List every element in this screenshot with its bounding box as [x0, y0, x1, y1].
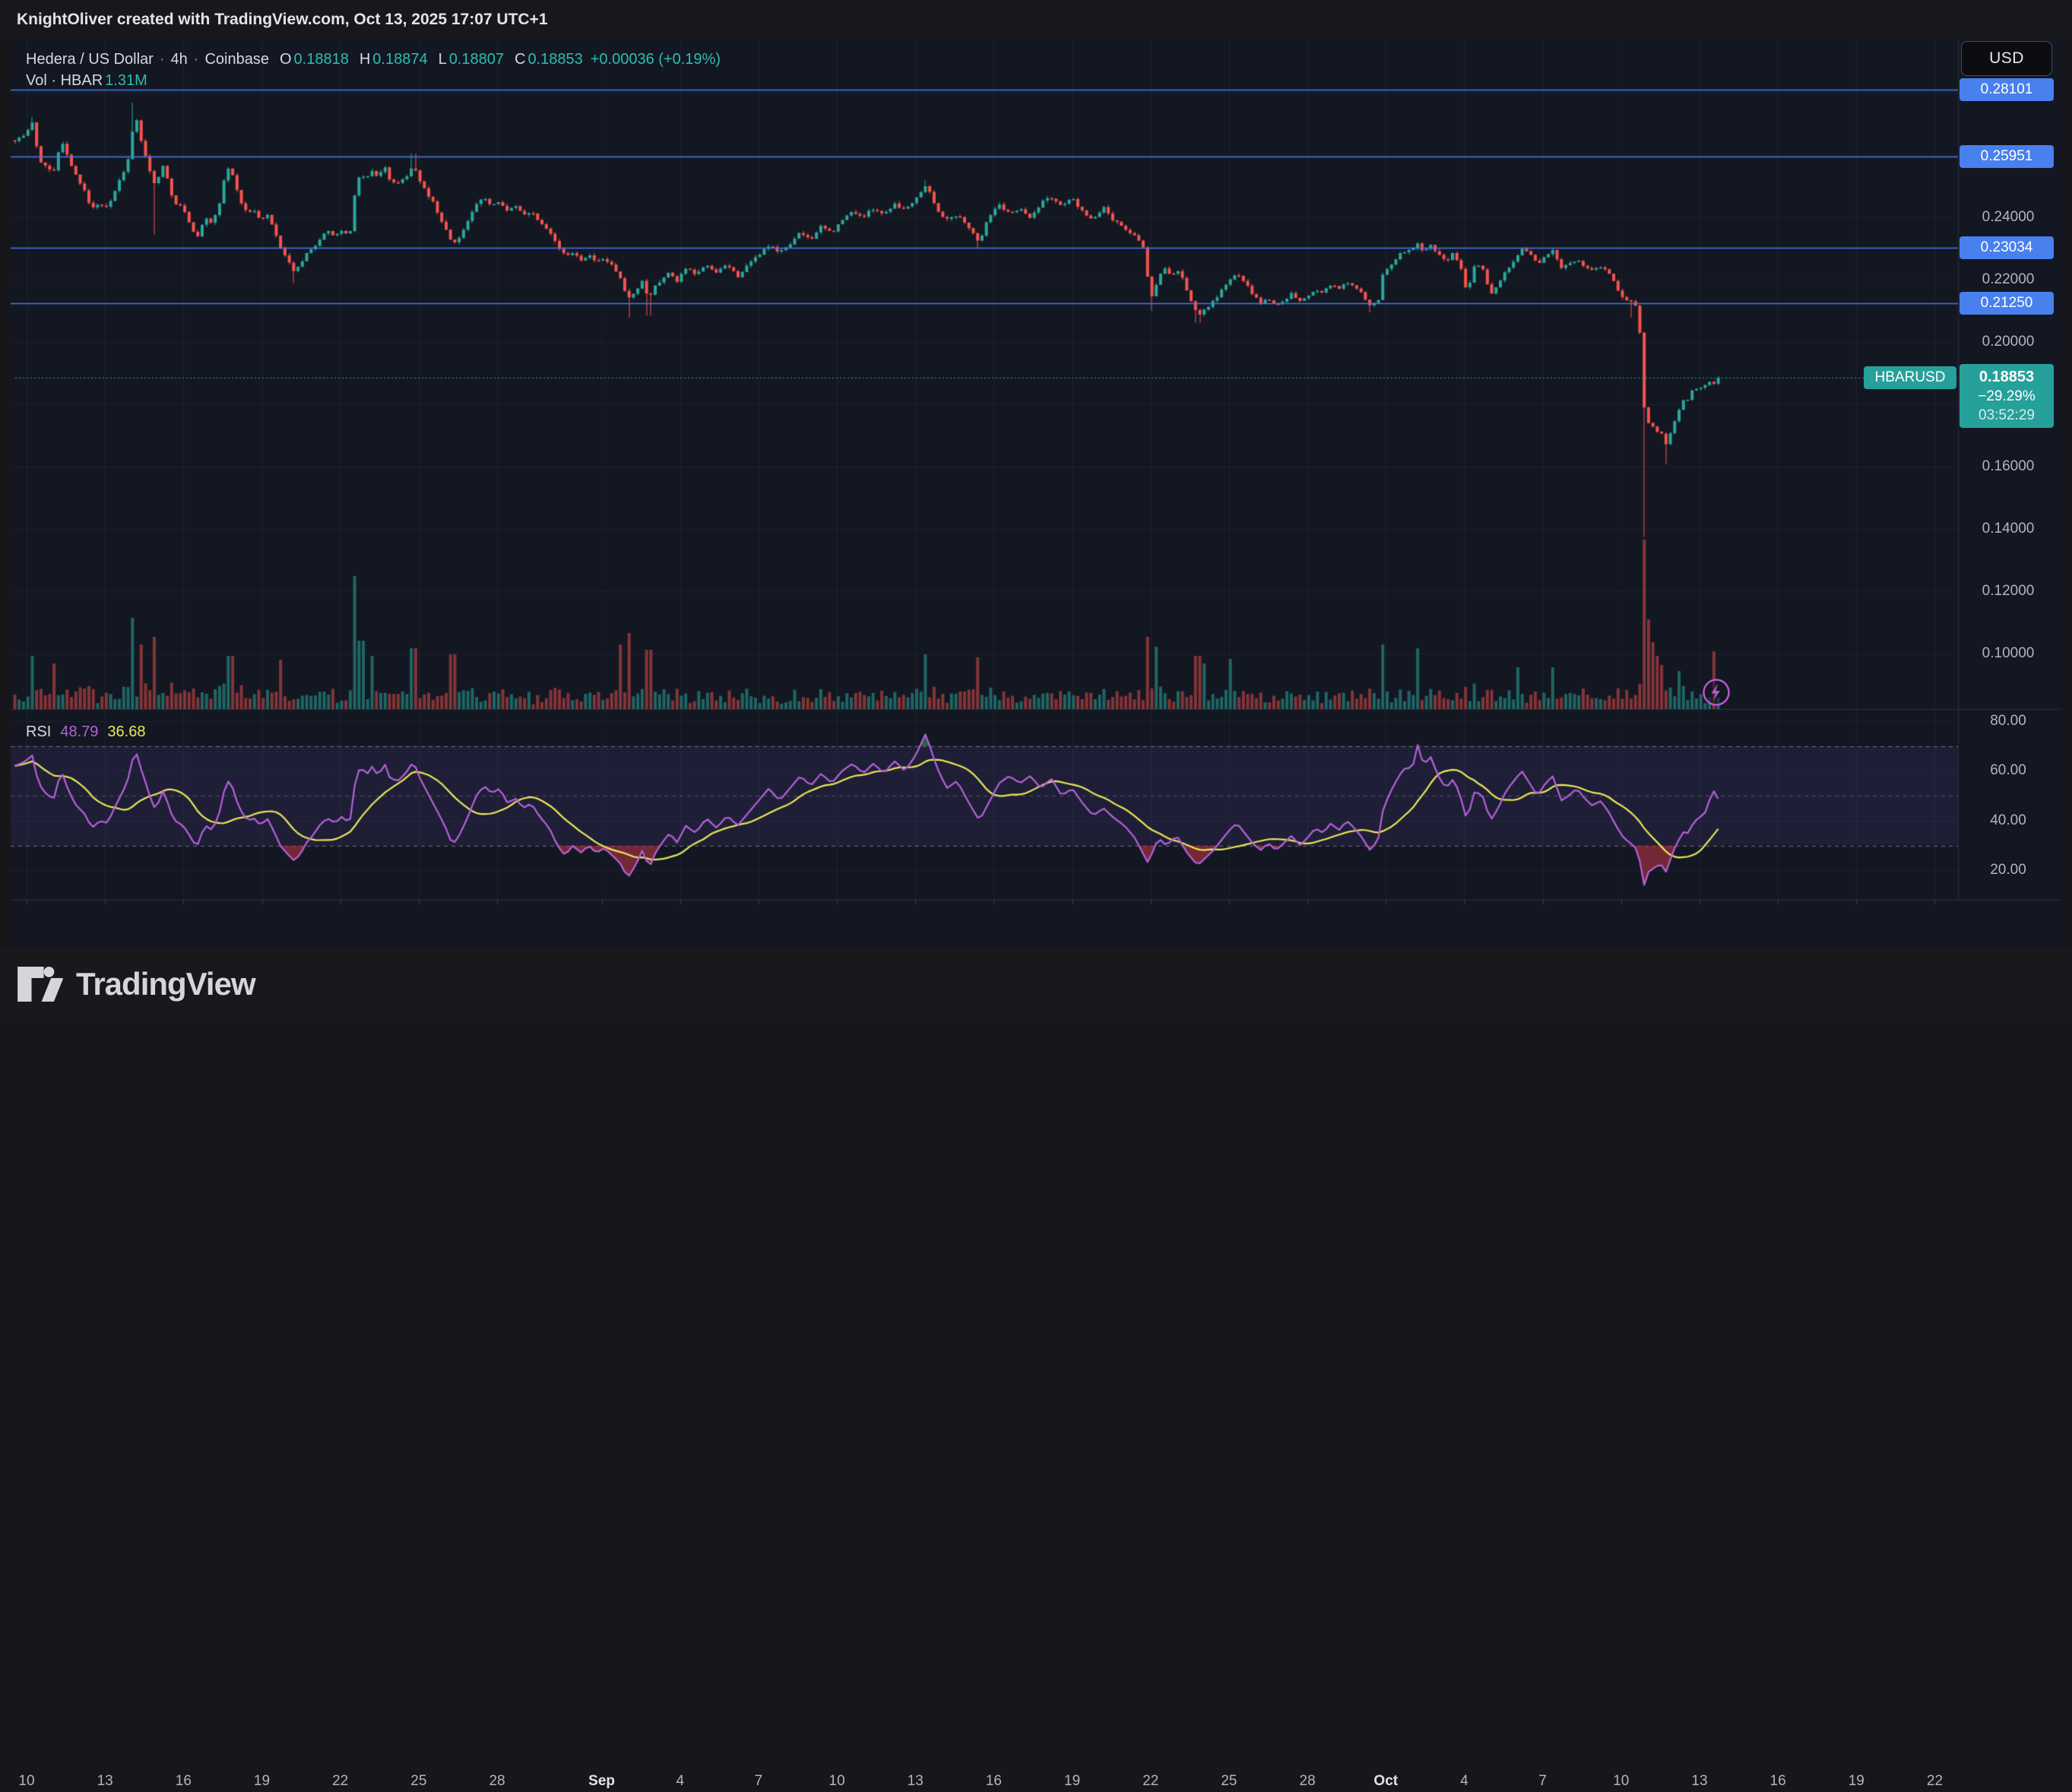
time-axis-label: 19: [253, 1773, 271, 1789]
time-axis-label: 16: [175, 1773, 192, 1789]
time-axis-label: 13: [97, 1773, 113, 1789]
price-axis-label: 0.10000: [1982, 645, 2035, 661]
high-value: 0.18874: [372, 50, 428, 68]
high-label: H: [359, 50, 371, 68]
rsi-legend: RSI 48.79 36.68: [26, 722, 145, 742]
volume-label: Vol · HBAR: [26, 71, 103, 89]
rsi-ma-value: 36.68: [107, 723, 146, 740]
price-level-badge: 0.25951: [1960, 145, 2054, 168]
time-axis-label: 7: [754, 1773, 763, 1789]
last-price-change: −29.29%: [1978, 388, 2036, 405]
time-axis-month-label: Sep: [588, 1773, 616, 1789]
price-axis-label: 0.24000: [1982, 209, 2035, 225]
rsi-axis-label: 20.00: [1990, 862, 2026, 879]
close-label: C: [514, 50, 526, 68]
rsi-axis-label: 40.00: [1990, 812, 2026, 828]
price-axis-label: 0.20000: [1982, 334, 2035, 350]
time-axis-label: 28: [489, 1773, 505, 1789]
flash-boost-icon[interactable]: [1701, 677, 1731, 708]
brand-text: TradingView: [76, 966, 256, 1002]
legend: Hedera / US Dollar · 4h · Coinbase O 0.1…: [26, 49, 721, 91]
chart-plot[interactable]: [11, 40, 2061, 947]
time-axis-label: 10: [18, 1773, 35, 1789]
price-axis-label: 0.12000: [1982, 583, 2035, 599]
last-price-badge: 0.18853 −29.29% 03:52:29: [1960, 364, 2054, 429]
tradingview-logo[interactable]: TradingView: [17, 966, 256, 1002]
low-value: 0.18807: [448, 50, 504, 68]
legend-symbol-row: Hedera / US Dollar · 4h · Coinbase O 0.1…: [26, 49, 721, 70]
time-axis-label: 19: [1064, 1773, 1081, 1789]
tradingview-logo-icon: [17, 967, 63, 1002]
time-axis-label: 13: [1691, 1773, 1708, 1789]
rsi-axis-label: 60.00: [1990, 762, 2026, 779]
open-label: O: [279, 50, 292, 68]
time-axis-label: 19: [1848, 1773, 1864, 1789]
rsi-value: 48.79: [60, 723, 99, 740]
last-price-symbol-label: HBARUSD: [1864, 366, 1956, 390]
time-axis-label: 16: [1769, 1773, 1786, 1789]
time-axis-label: 7: [1538, 1773, 1547, 1789]
volume-value: 1.31M: [105, 71, 147, 89]
legend-volume-row: Vol · HBAR 1.31M: [26, 70, 721, 91]
price-level-badge: 0.23034: [1960, 236, 2054, 259]
time-axis-label: 25: [1221, 1773, 1237, 1789]
last-price-value: 0.18853: [1979, 369, 2035, 386]
price-level-badge: 0.28101: [1960, 78, 2054, 101]
time-axis-label: 10: [1613, 1773, 1630, 1789]
time-axis-label: 22: [1926, 1773, 1944, 1789]
symbol-title[interactable]: Hedera / US Dollar: [26, 51, 154, 68]
open-value: 0.18818: [293, 50, 349, 68]
time-axis-label: 22: [1142, 1773, 1159, 1789]
time-axis-label: 16: [985, 1773, 1002, 1789]
chart-container: Hedera / US Dollar · 4h · Coinbase O 0.1…: [11, 40, 2061, 1789]
rsi-axis-label: 80.00: [1990, 713, 2026, 729]
top-bar: KnightOliver created with TradingView.co…: [0, 0, 2072, 40]
price-axis-label: 0.14000: [1982, 521, 2035, 537]
close-value: 0.18853: [528, 50, 583, 68]
time-axis-label: 4: [1460, 1773, 1468, 1789]
time-axis-label: 25: [410, 1773, 427, 1789]
time-axis-label: 13: [907, 1773, 924, 1789]
time-axis[interactable]: 10 13 16 19 22 25 28 Sep 4 7 10 13 16 19 22 25 28 Oct 4 7 10…: [11, 900, 2061, 1789]
price-axis-label: 0.22000: [1982, 271, 2035, 287]
price-axis[interactable]: 0.24000 0.22000 0.20000 0.16000 0.14000 0.120…: [1958, 40, 2061, 900]
time-axis-month-label: Oct: [1373, 1773, 1399, 1789]
time-axis-label: 22: [332, 1773, 349, 1789]
price-axis-label: 0.16000: [1982, 458, 2035, 474]
separator-dot: ·: [193, 50, 199, 68]
low-label: L: [438, 50, 447, 68]
time-axis-label: 28: [1299, 1773, 1316, 1789]
bar-countdown: 03:52:29: [1979, 407, 2035, 424]
time-axis-label: 10: [828, 1773, 845, 1789]
bottom-bar: TradingView: [0, 947, 2072, 1021]
separator-dot: ·: [159, 50, 165, 68]
rsi-label: RSI: [26, 723, 52, 740]
exchange-label: Coinbase: [204, 50, 269, 68]
price-level-badge: 0.21250: [1960, 291, 2054, 315]
interval-label[interactable]: 4h: [171, 51, 188, 68]
attribution-text: KnightOliver created with TradingView.co…: [17, 11, 548, 28]
time-axis-label: 4: [676, 1773, 685, 1789]
change-value: +0.00036 (+0.19%): [590, 50, 721, 68]
